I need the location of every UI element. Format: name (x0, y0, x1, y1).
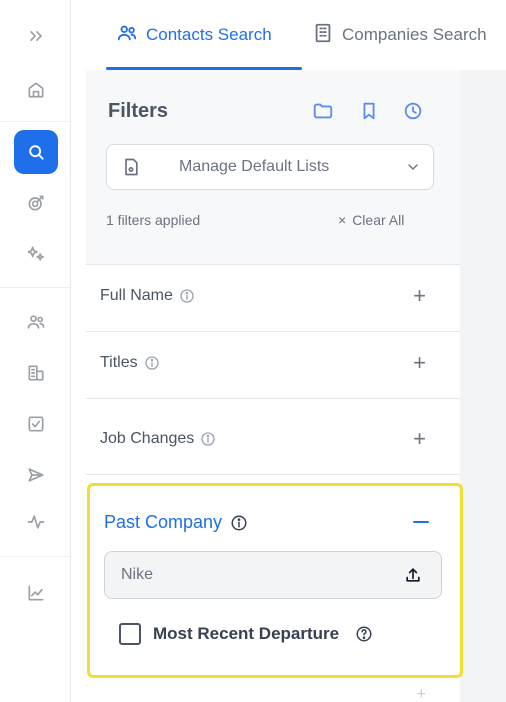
target-icon[interactable] (14, 181, 58, 225)
filter-row-label-wrap: Job Changes (100, 430, 216, 448)
default-lists-label: Manage Default Lists (179, 158, 330, 175)
checklist-icon[interactable] (14, 402, 58, 446)
chart-icon[interactable] (14, 571, 58, 615)
filters-applied-count: 1 filters applied (106, 212, 201, 228)
manage-default-lists-dropdown[interactable]: Manage Default Lists (106, 144, 434, 190)
filter-row-label-wrap: Titles (100, 354, 160, 372)
people-icon (116, 22, 138, 49)
expand-plus-icon[interactable]: + (417, 686, 426, 702)
filter-row-label-wrap: Full Name (100, 287, 195, 305)
filters-header: Filters Manage Default Lists 1 filters a… (86, 70, 460, 265)
most-recent-departure-label: Most Recent Departure (153, 624, 340, 643)
people-icon[interactable] (14, 300, 58, 344)
past-company-title[interactable]: Past Company (104, 512, 248, 533)
filter-row-label: Full Name (100, 287, 173, 304)
upload-icon[interactable] (403, 565, 423, 585)
chevron-down-icon (405, 159, 421, 175)
close-icon: × (338, 212, 347, 228)
info-icon[interactable] (230, 514, 248, 532)
building-icon[interactable] (14, 351, 58, 395)
tab-contacts-search[interactable]: Contacts Search (116, 0, 272, 70)
building-icon (312, 22, 334, 49)
tab-companies-search[interactable]: Companies Search (312, 0, 487, 70)
tab-label: Contacts Search (146, 25, 272, 44)
most-recent-departure-row: Most Recent Departure (119, 623, 373, 645)
rail-divider (0, 121, 70, 122)
clear-all-button[interactable]: × Clear All (338, 212, 404, 228)
past-company-filter: Past Company Nike Most Recent Departure (87, 483, 463, 678)
filter-row-titles[interactable]: Titles + (86, 332, 460, 399)
activity-icon[interactable] (14, 500, 58, 544)
rail-divider (0, 287, 70, 288)
search-tabs: Contacts Search Companies Search (86, 0, 506, 71)
document-gear-icon (121, 157, 141, 177)
collapse-minus-icon[interactable] (413, 521, 429, 523)
tab-label: Companies Search (342, 25, 487, 44)
filter-row-job-changes[interactable]: Job Changes + (86, 408, 460, 475)
sparkle-icon[interactable] (14, 232, 58, 276)
past-company-label: Past Company (104, 512, 223, 532)
search-icon[interactable] (14, 130, 58, 174)
rail-divider (0, 556, 70, 557)
past-company-value: Nike (121, 566, 154, 583)
left-rail (0, 0, 71, 702)
home-icon[interactable] (14, 68, 58, 112)
results-area-background (460, 70, 506, 702)
clear-all-label: Clear All (352, 212, 405, 228)
filter-row-label: Titles (100, 354, 138, 371)
info-icon[interactable] (200, 431, 216, 447)
clock-icon[interactable] (402, 100, 424, 122)
info-icon[interactable] (144, 355, 160, 371)
filter-row-full-name[interactable]: Full Name + (86, 265, 460, 332)
past-company-input[interactable]: Nike (104, 551, 442, 599)
expand-plus-icon[interactable]: + (413, 283, 426, 309)
bookmark-icon[interactable] (358, 100, 380, 122)
info-icon[interactable] (179, 288, 195, 304)
filters-title: Filters (108, 100, 169, 122)
expand-plus-icon[interactable]: + (413, 426, 426, 452)
send-icon[interactable] (14, 453, 58, 497)
folder-icon[interactable] (312, 100, 334, 122)
expand-plus-icon[interactable]: + (413, 350, 426, 376)
double-chevron-icon[interactable] (14, 14, 58, 58)
help-icon[interactable] (355, 625, 373, 643)
next-filter-row-peek: + (86, 686, 460, 702)
filter-row-label: Job Changes (100, 430, 195, 447)
most-recent-departure-checkbox[interactable] (119, 623, 141, 645)
app-root: Contacts Search Companies Search Filters (0, 0, 506, 702)
